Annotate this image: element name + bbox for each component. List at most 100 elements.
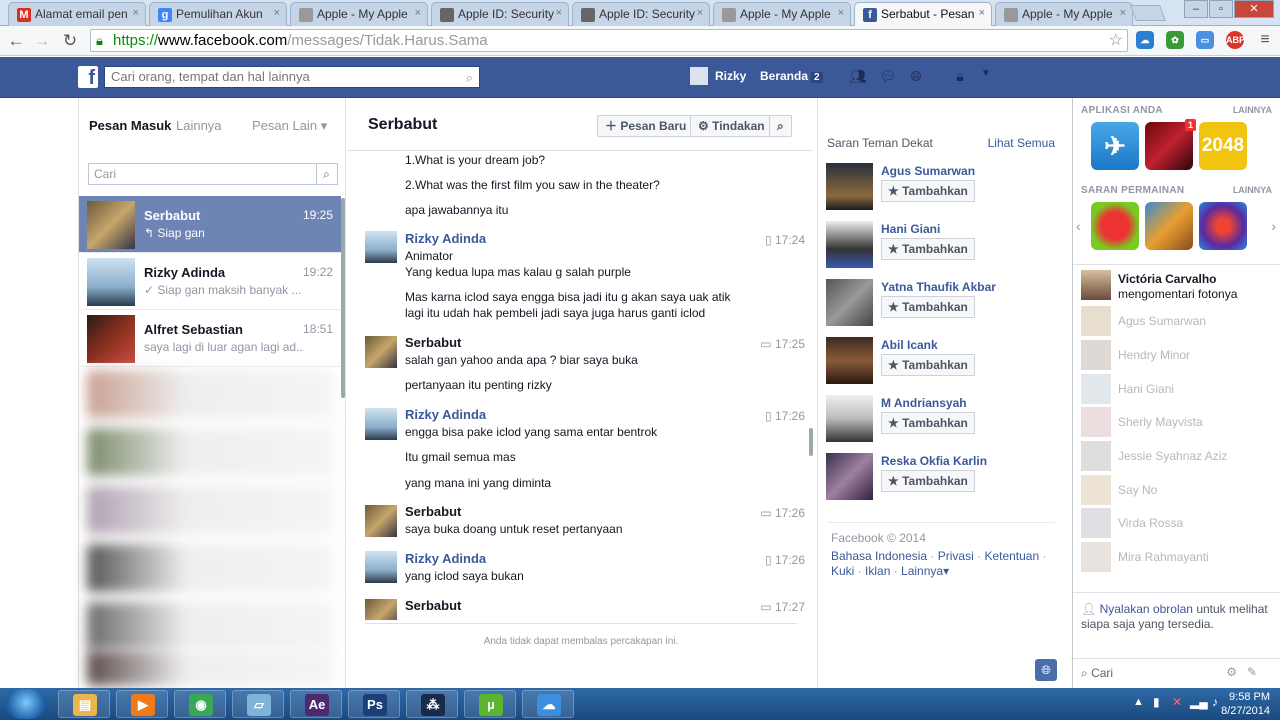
close-tab-icon[interactable]: × — [274, 7, 280, 19]
airplane-app-icon[interactable]: ✈ — [1091, 122, 1139, 170]
privacy-lock-icon[interactable]: 🔒︎ — [950, 68, 970, 86]
suggestion-name[interactable]: Yatna Thaufik Akbar — [881, 280, 996, 294]
chat-contact[interactable]: Sherly Mayvista — [1081, 407, 1277, 437]
footer-link[interactable]: Bahasa Indonesia — [831, 549, 927, 563]
inbox-scrollbar[interactable] — [341, 198, 345, 398]
add-friend-button[interactable]: ★ Tambahkan — [881, 180, 975, 202]
add-friend-button[interactable]: ★ Tambahkan — [881, 354, 975, 376]
reload-icon[interactable]: ↻ — [60, 31, 80, 51]
ticker-name[interactable]: Victória Carvalho — [1118, 272, 1216, 286]
close-tab-icon[interactable]: × — [415, 7, 421, 19]
taskbar-app[interactable]: ⁂ — [406, 690, 458, 718]
close-tab-icon[interactable]: × — [838, 7, 844, 19]
thread-search-button[interactable]: ⌕ — [769, 115, 792, 137]
add-friend-button[interactable]: ★ Tambahkan — [881, 296, 975, 318]
footer-link[interactable]: Lainnya — [901, 564, 943, 578]
chevron-left-icon[interactable]: ‹ — [1076, 218, 1081, 234]
game-red-fruit-icon[interactable] — [1091, 202, 1139, 250]
poker-app-icon[interactable]: 1 — [1145, 119, 1196, 170]
chat-contact[interactable]: Agus Sumarwan — [1081, 306, 1277, 336]
facebook-logo-icon[interactable]: f — [78, 66, 98, 89]
taskbar-app[interactable]: µ — [464, 690, 516, 718]
taskbar-app[interactable]: ◉ — [174, 690, 226, 718]
avatar[interactable] — [1081, 270, 1111, 300]
tab-other[interactable]: Lainnya — [176, 118, 222, 133]
inbox-search-input[interactable]: Cari ⌕ — [88, 163, 338, 185]
avatar[interactable] — [826, 395, 873, 442]
browser-tab[interactable]: M Alamat email pen × — [8, 2, 146, 26]
close-tab-icon[interactable]: × — [697, 7, 703, 19]
game-bubble-icon[interactable] — [1199, 202, 1247, 250]
message-sender[interactable]: Rizky Adinda — [405, 551, 486, 566]
clock[interactable]: 9:58 PM 8/27/2014 — [1210, 688, 1270, 718]
browser-tab[interactable]: Apple ID: Security × — [572, 2, 710, 26]
avatar[interactable] — [826, 337, 873, 384]
taskbar-app[interactable]: ▶ — [116, 690, 168, 718]
game-runner-icon[interactable] — [1145, 202, 1193, 250]
tab-inbox[interactable]: Pesan Masuk — [89, 118, 171, 133]
chat-contact[interactable]: Virda Rossa — [1081, 508, 1277, 538]
taskbar-app[interactable]: ▱ — [232, 690, 284, 718]
browser-tab[interactable]: f Serbabut - Pesan × — [854, 2, 992, 26]
close-tab-icon[interactable]: × — [1120, 7, 1126, 19]
messages-icon[interactable]: 💬︎ — [878, 68, 898, 86]
bookmark-star-icon[interactable]: ☆ — [1109, 30, 1123, 51]
new-tab-button[interactable] — [1130, 5, 1166, 21]
tab-more-messages[interactable]: Pesan Lain ▾ — [252, 118, 327, 134]
url-input[interactable]: 🔒︎ https://www.facebook.com/messages/Tid… — [90, 29, 1128, 52]
browser-tab[interactable]: Apple - My Apple × — [995, 2, 1133, 26]
close-window-button[interactable]: ✕ — [1234, 0, 1274, 18]
footer-link[interactable]: Privasi — [938, 549, 974, 563]
forward-arrow-icon[interactable]: → — [32, 31, 52, 51]
gear-icon[interactable]: ⚙ — [1226, 665, 1237, 679]
maximize-button[interactable]: ▫ — [1209, 0, 1233, 18]
profile-avatar[interactable] — [690, 67, 708, 85]
suggestion-name[interactable]: Agus Sumarwan — [881, 164, 975, 178]
menu-icon[interactable]: ≡ — [1255, 31, 1275, 49]
account-chevron-icon[interactable]: ▼ — [976, 68, 996, 86]
language-globe-icon[interactable]: 🌐︎ — [1035, 659, 1057, 681]
avatar[interactable] — [826, 453, 873, 500]
chat-contact[interactable]: Hendry Minor — [1081, 340, 1277, 370]
search-icon[interactable]: ⌕ — [466, 68, 473, 88]
actions-button[interactable]: ⚙ Tindakan — [690, 115, 773, 137]
new-message-button[interactable]: ＋ Pesan Baru — [597, 115, 695, 137]
message-sender[interactable]: Serbabut — [405, 598, 461, 613]
taskbar-app[interactable]: ▤ — [58, 690, 110, 718]
tray-network-icon[interactable]: ▮ — [1153, 695, 1160, 709]
tray-error-icon[interactable]: ✕ — [1172, 695, 1182, 709]
compose-icon[interactable]: ✎ — [1247, 665, 1257, 679]
apps-more-link[interactable]: LAINNYA — [1233, 105, 1272, 115]
search-icon[interactable]: ⌕ — [316, 164, 336, 184]
add-friend-button[interactable]: ★ Tambahkan — [881, 238, 975, 260]
message-sender[interactable]: Rizky Adinda — [405, 407, 486, 422]
avatar[interactable] — [826, 279, 873, 326]
games-more-link[interactable]: LAINNYA — [1233, 185, 1272, 195]
profile-link[interactable]: Rizky — [715, 69, 746, 83]
taskbar-app[interactable]: Ps — [348, 690, 400, 718]
avatar[interactable] — [826, 163, 873, 210]
minimize-button[interactable]: – — [1184, 0, 1208, 18]
chat-contact[interactable]: Jessie Syahnaz Aziz — [1081, 441, 1277, 471]
browser-tab[interactable]: Apple ID: Security × — [431, 2, 569, 26]
turn-on-chat-link[interactable]: Nyalakan obrolan — [1100, 602, 1193, 616]
fb-search-input[interactable]: Cari orang, tempat dan hal lainnya ⌕ — [104, 66, 480, 88]
chat-contact[interactable]: Hani Giani — [1081, 374, 1277, 404]
extension-cloud-icon[interactable]: ☁ — [1136, 31, 1154, 49]
taskbar-app[interactable]: ☁ — [522, 690, 574, 718]
extension-puzzle-icon[interactable]: ✿ — [1166, 31, 1184, 49]
notifications-globe-icon[interactable]: 🌐︎ — [906, 68, 926, 86]
suggestion-name[interactable]: M Andriansyah — [881, 396, 967, 410]
conversation-item[interactable]: Alfret Sebastian 18:51 saya lagi di luar… — [79, 310, 341, 367]
start-button[interactable] — [6, 689, 46, 719]
message-sender[interactable]: Rizky Adinda — [405, 231, 486, 246]
add-friend-button[interactable]: ★ Tambahkan — [881, 412, 975, 434]
home-link[interactable]: Beranda 2 — [760, 69, 823, 83]
footer-link[interactable]: Kuki — [831, 564, 854, 578]
footer-link[interactable]: Ketentuan — [984, 549, 1039, 563]
chat-contact[interactable]: Say No — [1081, 475, 1277, 505]
add-friend-button[interactable]: ★ Tambahkan — [881, 470, 975, 492]
conversation-item[interactable]: Rizky Adinda 19:22 ✓ Siap gan maksih ban… — [79, 253, 341, 310]
extension-chat-icon[interactable]: ▭ — [1196, 31, 1214, 49]
footer-link[interactable]: Iklan — [865, 564, 890, 578]
